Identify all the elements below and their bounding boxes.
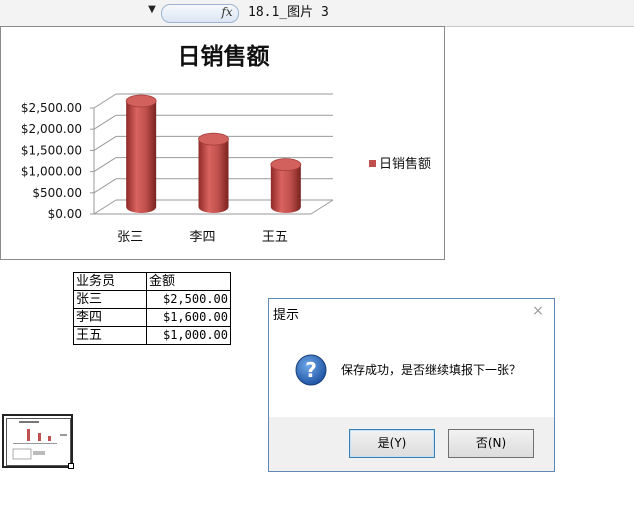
header-salesperson[interactable]: 业务员 [73, 272, 147, 291]
dialog-button-bar: 是(Y) 否(N) [269, 417, 554, 471]
bar [126, 101, 157, 213]
legend-swatch [369, 160, 376, 167]
y-tick-label: $500.00 [32, 186, 82, 200]
question-icon: ? [295, 354, 327, 386]
table-row: 李四 $1,600.00 [73, 308, 231, 327]
thumbnail-chart-icon [7, 419, 70, 465]
table-cell[interactable]: $1,600.00 [146, 308, 231, 327]
chart[interactable]: $0.00 $500.00 $1,000.00 $1,500.00 $2,000.00 $… [0, 26, 445, 260]
dialog-message: 保存成功，是否继续填报下一张？ [341, 363, 522, 377]
yes-button[interactable]: 是(Y) [349, 429, 435, 458]
table-row: 王五 $1,000.00 [73, 326, 231, 345]
y-tick-label: $1,000.00 [21, 165, 82, 179]
formula-bar: ▼ fx 18.1_图片 3 [0, 0, 634, 27]
formula-input[interactable]: 18.1_图片 3 [242, 3, 634, 23]
y-tick-label: $2,000.00 [21, 122, 82, 136]
picture-thumbnail[interactable] [2, 414, 74, 469]
table-row: 张三 $2,500.00 [73, 290, 231, 309]
gridline-side [93, 157, 117, 173]
x-tick-label: 李四 [189, 230, 215, 245]
chart-title: 日销售额 [177, 44, 270, 70]
y-tick-label: $2,500.00 [21, 101, 82, 115]
bar-top [198, 132, 229, 146]
gridline-side [93, 114, 117, 130]
gridline-side [93, 93, 117, 109]
thumbnail-image [6, 418, 71, 466]
table-header-row: 业务员 金额 [73, 272, 231, 291]
insert-function-icon[interactable]: fx [220, 4, 234, 21]
table-cell[interactable]: 王五 [73, 326, 147, 345]
table-cell[interactable]: 李四 [73, 308, 147, 327]
sales-table: 业务员 金额 张三 $2,500.00 李四 $1,600.00 王五 $1,0… [73, 272, 231, 345]
gridline-side [93, 178, 117, 194]
bar [198, 139, 229, 213]
table-cell[interactable]: $1,000.00 [146, 326, 231, 345]
bar [270, 164, 301, 213]
name-box-dropdown-icon[interactable]: ▼ [146, 4, 158, 16]
close-icon[interactable]: × [530, 303, 546, 319]
spreadsheet-window: ▼ fx 18.1_图片 3 $0.00 $500.00 $1,000.00 $1,5… [0, 0, 634, 532]
x-tick-label: 张三 [117, 230, 143, 245]
name-box[interactable] [0, 3, 158, 22]
no-button[interactable]: 否(N) [448, 429, 534, 458]
header-amount[interactable]: 金额 [146, 272, 231, 291]
svg-text:?: ? [305, 358, 317, 382]
resize-handle[interactable] [68, 463, 74, 469]
chart-legend: 日销售额 [369, 157, 431, 173]
bar-top [270, 158, 302, 172]
table-cell[interactable]: $2,500.00 [146, 290, 231, 309]
y-tick-label: $0.00 [48, 207, 82, 221]
gridline-side [93, 199, 117, 215]
table-cell[interactable]: 张三 [73, 290, 147, 309]
dialog-title: 提示 [273, 308, 300, 323]
legend-label: 日销售额 [379, 157, 432, 172]
x-tick-label: 王五 [262, 230, 288, 245]
bar-top [125, 94, 157, 108]
y-tick-label: $1,500.00 [21, 143, 82, 157]
confirm-dialog: 提示 × ? 保存成功，是否继续填报下一张？ 是(Y) 否(N) [268, 298, 555, 472]
floor-edge [310, 199, 334, 215]
gridline-side [93, 135, 117, 151]
